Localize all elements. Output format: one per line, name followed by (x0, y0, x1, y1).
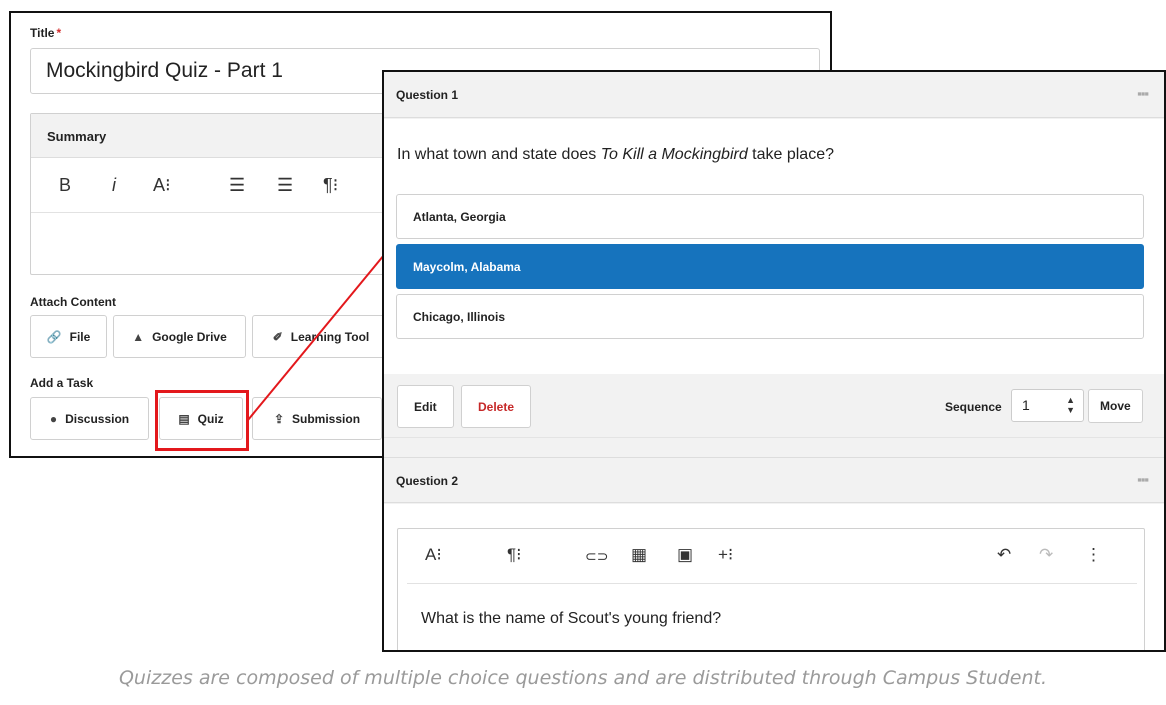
delete-button[interactable]: Delete (461, 385, 532, 428)
question-2-text[interactable]: What is the name of Scout's young friend… (421, 610, 721, 628)
attach-content-label: Attach Content (30, 295, 116, 309)
sequence-label: Sequence (945, 400, 1002, 414)
submission-label: Submission (292, 411, 361, 426)
font-size-button[interactable]: A⁝ (425, 545, 442, 565)
edit-button[interactable]: Edit (397, 385, 454, 428)
discussion-button[interactable]: ● Discussion (30, 397, 149, 440)
sequence-input[interactable]: 1 ▲ ▼ (1011, 389, 1084, 422)
sequence-value: 1 (1022, 397, 1030, 413)
stepper-arrows-icon[interactable]: ▲ ▼ (1066, 395, 1075, 415)
learning-tool-label: Learning Tool (290, 329, 370, 344)
attach-file-button[interactable]: 🔗 File (30, 315, 107, 358)
upload-icon: ⇪ (273, 411, 285, 426)
font-size-button[interactable]: A⁝ (153, 175, 171, 196)
discussion-label: Discussion (65, 411, 130, 426)
more-options-icon[interactable]: ⋮ (1085, 545, 1102, 565)
question-1-title: Question 1 (396, 88, 459, 102)
question-2-header: Question 2 ▪▪▪ (384, 457, 1164, 503)
answer-option[interactable]: Atlanta, Georgia (396, 194, 1144, 239)
question-1-header: Question 1 ▪▪▪ (384, 72, 1164, 118)
question-1-text: In what town and state does To Kill a Mo… (397, 146, 834, 164)
paragraph-button[interactable]: ¶⁝ (323, 175, 338, 196)
google-drive-button[interactable]: ▲ Google Drive (113, 315, 246, 358)
align-left-icon[interactable]: ☰ (229, 175, 245, 196)
table-icon[interactable]: ▦ (631, 545, 647, 565)
editor-toolbar: A⁝ ¶⁝ ⊂⊃ ▦ ▣ +⁝ ↶ ↷ ⋮ (407, 529, 1137, 584)
drag-handle-icon[interactable]: ▪▪▪ (1137, 86, 1149, 101)
undo-icon[interactable]: ↶ (997, 545, 1011, 565)
attach-file-label: File (69, 329, 91, 344)
google-drive-icon: ▲ (132, 329, 145, 344)
question-1-footer: Edit Delete Sequence 1 ▲ ▼ Move (384, 374, 1164, 438)
move-button[interactable]: Move (1088, 389, 1143, 423)
question-1-body: In what town and state does To Kill a Mo… (384, 119, 1164, 374)
comments-icon: ● (49, 411, 58, 426)
drag-handle-icon[interactable]: ▪▪▪ (1137, 472, 1149, 487)
google-drive-label: Google Drive (152, 329, 227, 344)
question-1-text-start: In what town and state does (397, 146, 601, 163)
question-2-editor: A⁝ ¶⁝ ⊂⊃ ▦ ▣ +⁝ ↶ ↷ ⋮ What is the name o… (397, 528, 1145, 650)
question-1-text-end: take place? (747, 146, 834, 163)
question-2-title: Question 2 (396, 474, 459, 488)
title-label-text: Title (30, 26, 55, 40)
figure-caption: Quizzes are composed of multiple choice … (118, 667, 1048, 689)
image-icon[interactable]: ▣ (677, 545, 693, 565)
quiz-highlight-box (155, 390, 249, 451)
italic-button[interactable]: i (112, 175, 116, 196)
quiz-questions-panel: Question 1 ▪▪▪ In what town and state do… (382, 70, 1166, 652)
insert-icon[interactable]: +⁝ (718, 545, 733, 565)
add-task-label: Add a Task (30, 376, 94, 390)
paperclip-icon: 🔗 (46, 329, 62, 344)
paragraph-button[interactable]: ¶⁝ (507, 545, 522, 565)
link-icon[interactable]: ⊂⊃ (585, 548, 608, 565)
title-label: Title * (30, 26, 61, 40)
required-mark: * (56, 26, 62, 40)
submission-button[interactable]: ⇪ Submission (252, 397, 382, 440)
book-title: To Kill a Mockingbird (600, 146, 748, 163)
learning-tool-button[interactable]: ✐ Learning Tool (252, 315, 390, 358)
answer-option-selected[interactable]: Maycolm, Alabama (396, 244, 1144, 289)
plug-icon: ✐ (272, 329, 283, 344)
bold-button[interactable]: B (59, 175, 71, 196)
answer-option[interactable]: Chicago, Illinois (396, 294, 1144, 339)
redo-icon[interactable]: ↷ (1039, 545, 1053, 565)
question-2-body: A⁝ ¶⁝ ⊂⊃ ▦ ▣ +⁝ ↶ ↷ ⋮ What is the name o… (384, 504, 1164, 650)
align-center-icon[interactable]: ☰ (277, 175, 293, 196)
